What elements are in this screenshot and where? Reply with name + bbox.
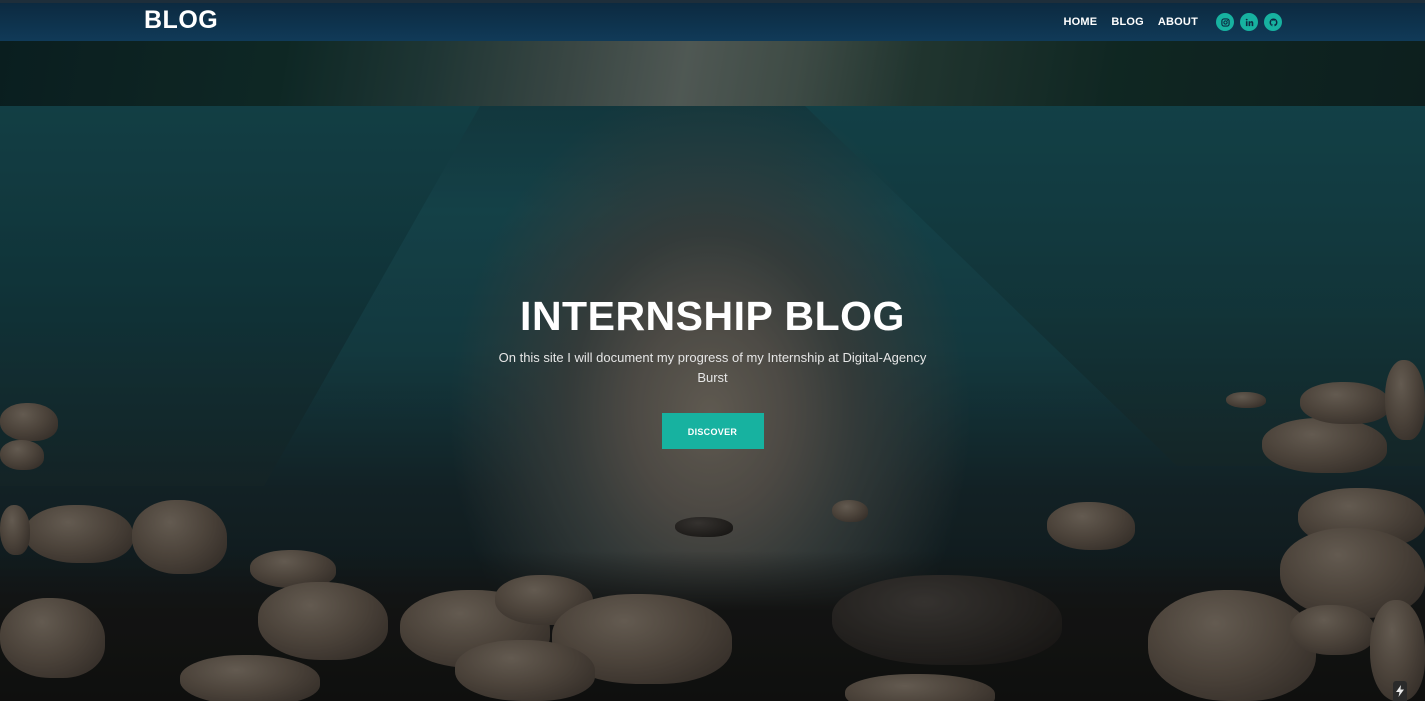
- brand-logo[interactable]: BLOG: [144, 6, 218, 35]
- hero-section: INTERNSHIP BLOG On this site I will docu…: [0, 290, 1425, 449]
- discover-button[interactable]: DISCOVER: [661, 413, 764, 449]
- linkedin-icon: [1245, 18, 1254, 27]
- nav-link-about[interactable]: ABOUT: [1158, 16, 1198, 28]
- nav-links: HOME BLOG ABOUT: [1064, 16, 1199, 28]
- instagram-icon: [1220, 17, 1230, 27]
- social-links: [1216, 13, 1282, 31]
- github-button[interactable]: [1264, 13, 1282, 31]
- navbar: BLOG HOME BLOG ABOUT: [0, 0, 1425, 41]
- page: BLOG HOME BLOG ABOUT INTERNSHIP BLOG On …: [0, 0, 1425, 701]
- nav-link-home[interactable]: HOME: [1064, 16, 1098, 28]
- instagram-button[interactable]: [1216, 13, 1234, 31]
- github-icon: [1269, 18, 1278, 27]
- lightning-icon: [1393, 681, 1407, 701]
- hero-subtitle: On this site I will document my progress…: [498, 350, 927, 385]
- nav-link-blog[interactable]: BLOG: [1111, 16, 1144, 28]
- hero-title: INTERNSHIP BLOG: [520, 293, 905, 339]
- linkedin-button[interactable]: [1240, 13, 1258, 31]
